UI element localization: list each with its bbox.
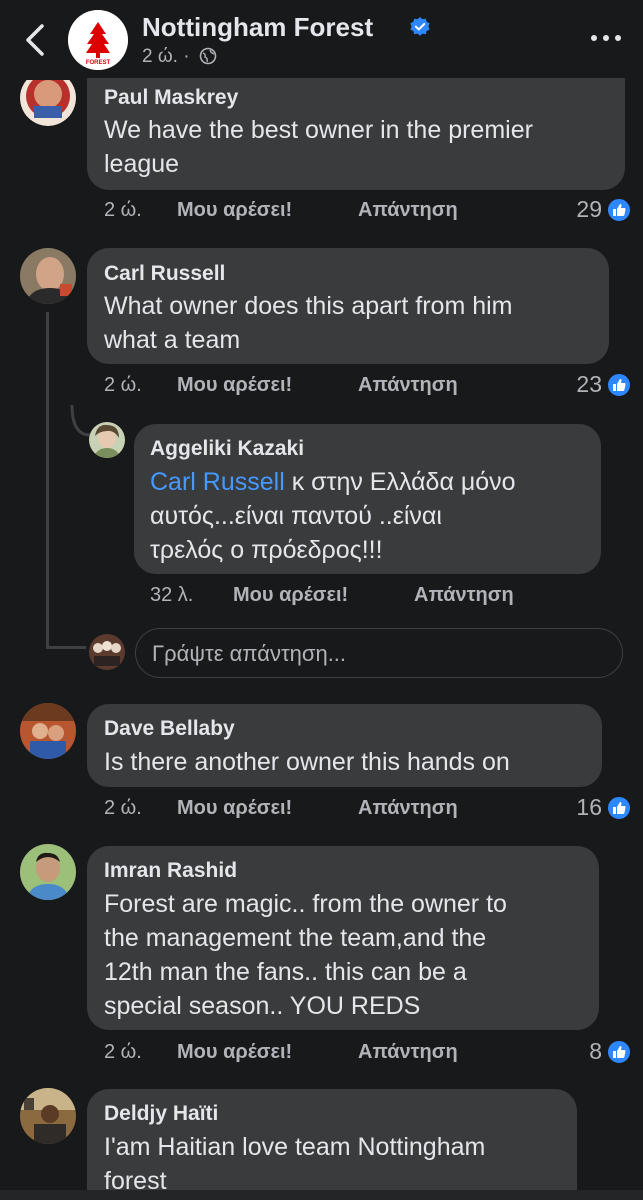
comment-text: the management the team,and the [104, 924, 487, 952]
bottom-bar-edge [0, 1190, 643, 1200]
commenter-name[interactable]: Aggeliki Kazaki [150, 437, 304, 461]
avatar[interactable] [20, 80, 76, 126]
comment-text: I'am Haitian love team Nottingham [104, 1133, 486, 1161]
comment-text: What owner does this apart from him [104, 292, 513, 320]
avatar[interactable] [89, 422, 125, 458]
post-header: FOREST Nottingham Forest 2 ώ. · [0, 0, 643, 82]
avatar[interactable] [20, 1088, 76, 1144]
like-reaction-icon [606, 795, 632, 821]
reply-button[interactable]: Απάντηση [358, 1041, 458, 1064]
thread-line-branch [46, 646, 86, 649]
like-count[interactable]: 23 [562, 371, 602, 398]
post-meta: 2 ώ. · [142, 46, 217, 68]
avatar[interactable] [20, 703, 76, 759]
page-avatar[interactable]: FOREST [68, 10, 128, 70]
reply-input-placeholder: Γράψτε απάντηση... [152, 641, 347, 666]
like-reaction-icon [606, 197, 632, 223]
post-time: 2 ώ. · [142, 46, 195, 67]
forest-logo-icon: FOREST [68, 10, 128, 70]
comment-time: 2 ώ. [104, 199, 142, 221]
comment-text: 12th man the fans.. this can be a [104, 958, 467, 986]
like-count[interactable]: 8 [562, 1038, 602, 1065]
comment-text: αυτός...είναι παντού ..είναι [150, 502, 442, 530]
reply-button[interactable]: Απάντηση [358, 797, 458, 820]
comment-text: what a team [104, 326, 241, 354]
reply-button[interactable]: Απάντηση [358, 199, 458, 222]
comment-text: Carl Russell κ στην Ελλάδα μόνο [150, 465, 516, 499]
comment-text: league [104, 150, 180, 178]
reply-input[interactable]: Γράψτε απάντηση... [135, 628, 623, 678]
commenter-name[interactable]: Imran Rashid [104, 859, 237, 883]
commenter-name[interactable]: Paul Maskrey [104, 86, 238, 110]
reply-button[interactable]: Απάντηση [358, 374, 458, 397]
comment-text: We have the best owner in the premier [104, 116, 533, 144]
like-count[interactable]: 16 [562, 794, 602, 821]
mention-link[interactable]: Carl Russell [150, 468, 285, 496]
back-chevron-icon[interactable] [20, 20, 50, 60]
globe-icon [199, 47, 217, 65]
like-button[interactable]: Μου αρέσει! [177, 374, 292, 397]
comment-time: 2 ώ. [104, 1041, 142, 1063]
comment-text: Forest are magic.. from the owner to [104, 890, 507, 918]
like-button[interactable]: Μου αρέσει! [177, 199, 292, 222]
comment-text: special season.. YOU REDS [104, 992, 421, 1020]
like-button[interactable]: Μου αρέσει! [233, 584, 348, 607]
like-reaction-icon [606, 1039, 632, 1065]
commenter-name[interactable]: Deldjy Haïti [104, 1102, 218, 1126]
comment-text: Is there another owner this hands on [104, 748, 510, 776]
like-button[interactable]: Μου αρέσει! [177, 797, 292, 820]
avatar[interactable] [20, 248, 76, 304]
current-user-avatar [89, 634, 125, 670]
comment-time: 2 ώ. [104, 797, 142, 819]
commenter-name[interactable]: Dave Bellaby [104, 717, 235, 741]
commenter-name[interactable]: Carl Russell [104, 262, 225, 286]
like-count[interactable]: 29 [562, 196, 602, 223]
avatar[interactable] [20, 844, 76, 900]
thread-line [46, 312, 49, 648]
like-reaction-icon [606, 372, 632, 398]
reply-button[interactable]: Απάντηση [414, 584, 514, 607]
page-name[interactable]: Nottingham Forest [142, 12, 373, 43]
more-options-icon[interactable] [588, 28, 624, 48]
svg-text:FOREST: FOREST [86, 60, 111, 66]
comment-text: τρελός ο πρόεδρος!!! [150, 536, 383, 564]
reply-connector [70, 405, 91, 437]
like-button[interactable]: Μου αρέσει! [177, 1041, 292, 1064]
verified-badge-icon [410, 17, 430, 36]
comment-text-line: κ στην Ελλάδα μόνο [284, 468, 516, 496]
comment-time: 32 λ. [150, 584, 194, 606]
comment-time: 2 ώ. [104, 374, 142, 396]
